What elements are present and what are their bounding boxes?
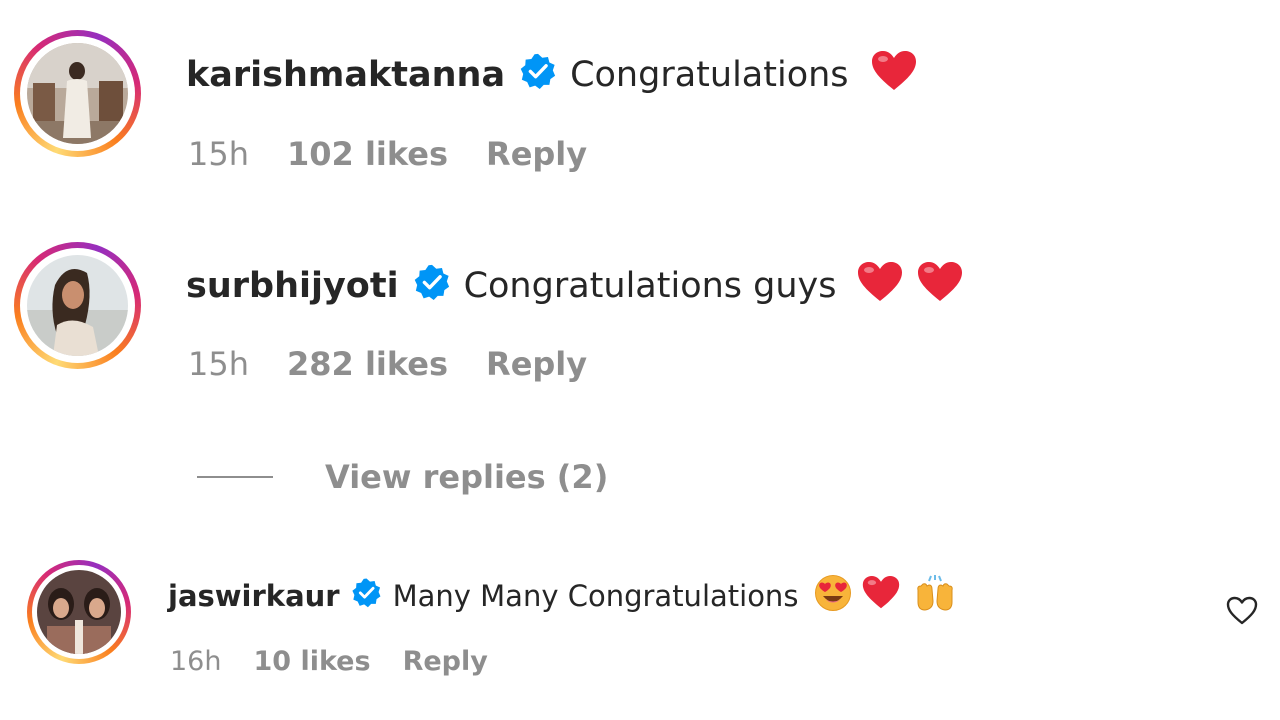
red-heart-emoji — [917, 261, 963, 312]
likes-count[interactable]: 102 likes — [287, 135, 448, 173]
avatar[interactable] — [14, 242, 141, 369]
username[interactable]: surbhijyoti — [186, 266, 399, 306]
comment-line: surbhijyoti Congratulations guys — [186, 261, 963, 312]
raising-hands-emoji — [914, 574, 956, 619]
comment-line: jaswirkaur Many Many Congratulations — [168, 574, 956, 617]
username[interactable]: karishmaktanna — [186, 55, 505, 95]
comments-section: karishmaktanna Congratulations 15h 102 l… — [0, 0, 1280, 720]
view-replies-button[interactable]: View replies (2) — [197, 457, 608, 497]
reply-button[interactable]: Reply — [403, 646, 488, 677]
username[interactable]: jaswirkaur — [168, 579, 340, 613]
comment-text: Congratulations — [570, 55, 849, 95]
verified-badge-icon — [519, 52, 557, 99]
reply-button[interactable]: Reply — [486, 345, 587, 383]
likes-count[interactable]: 10 likes — [253, 646, 370, 677]
replies-divider — [197, 476, 273, 478]
avatar-image — [27, 43, 128, 144]
avatar[interactable] — [27, 560, 131, 664]
comment-text: Congratulations guys — [463, 266, 837, 306]
likes-count[interactable]: 282 likes — [287, 345, 448, 383]
comment-meta: 15h 102 likes Reply — [188, 134, 587, 174]
comment-text: Many Many Congratulations — [392, 579, 799, 613]
comment-meta: 16h 10 likes Reply — [170, 643, 488, 679]
avatar-image — [27, 255, 128, 356]
heart-eyes-smiley-emoji — [814, 574, 852, 619]
avatar-image — [37, 570, 121, 654]
verified-badge-icon — [413, 263, 451, 310]
red-heart-emoji — [862, 575, 900, 617]
reply-button[interactable]: Reply — [486, 135, 587, 173]
comment-timestamp: 16h — [170, 645, 222, 677]
verified-badge-icon — [351, 577, 382, 615]
view-replies-label[interactable]: View replies (2) — [325, 458, 608, 496]
comment-timestamp: 15h — [188, 345, 249, 383]
avatar[interactable] — [14, 30, 141, 157]
comment-line: karishmaktanna Congratulations — [186, 50, 917, 101]
red-heart-emoji — [871, 50, 917, 101]
red-heart-emoji — [857, 261, 903, 312]
heart-outline-icon[interactable] — [1226, 596, 1258, 630]
comment-meta: 15h 282 likes Reply — [188, 344, 587, 384]
comment-timestamp: 15h — [188, 135, 249, 173]
